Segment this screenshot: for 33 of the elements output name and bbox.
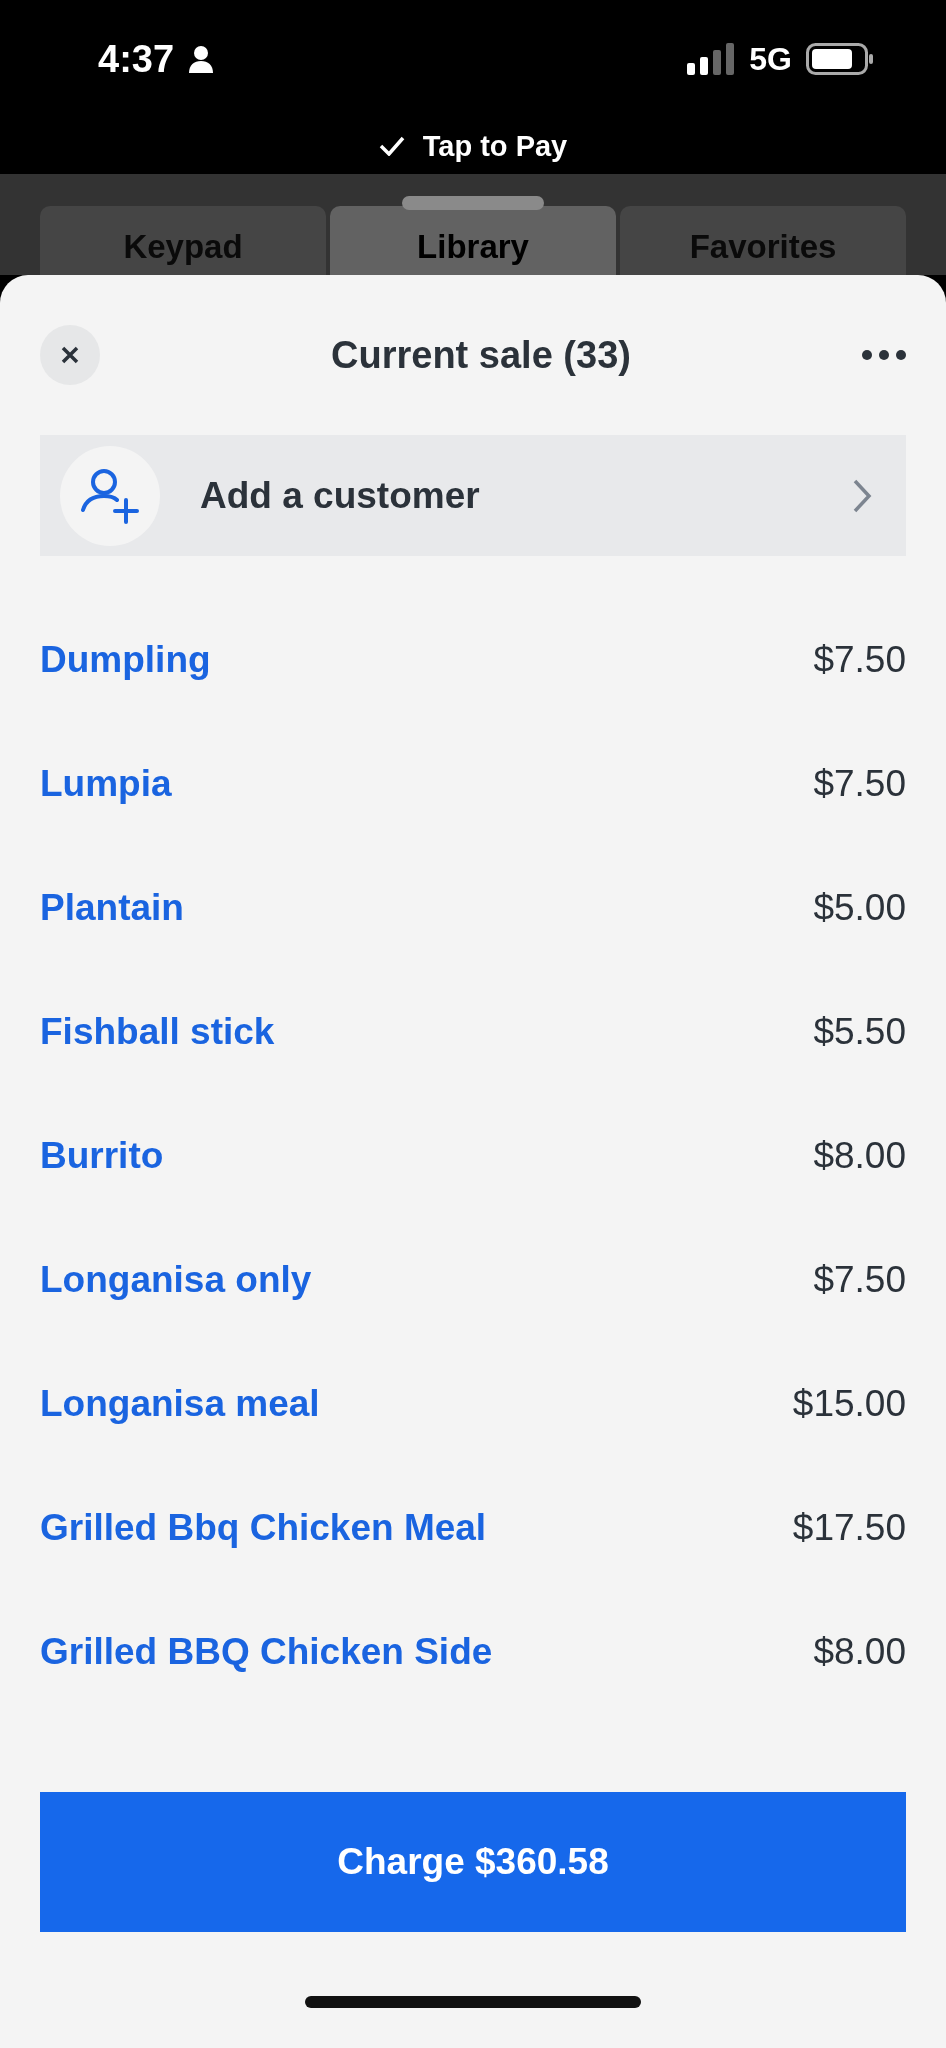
add-customer-row[interactable]: Add a customer (40, 435, 906, 556)
item-name[interactable]: Longanisa only (40, 1259, 312, 1301)
item-price: $17.50 (792, 1507, 906, 1549)
battery-icon (806, 43, 874, 75)
item-price: $5.00 (813, 887, 906, 929)
tap-to-pay-label: Tap to Pay (422, 129, 568, 163)
checkmark-icon (378, 136, 405, 156)
close-icon (60, 345, 80, 365)
item-price: $7.50 (813, 763, 906, 805)
item-name[interactable]: Longanisa meal (40, 1383, 320, 1425)
item-name[interactable]: Plantain (40, 887, 184, 929)
clock-time: 4:37 (98, 37, 175, 81)
item-price: $15.00 (792, 1383, 906, 1425)
charge-button[interactable]: Charge $360.58 (40, 1792, 906, 1932)
item-name[interactable]: Grilled BBQ Chicken Side (40, 1631, 493, 1673)
add-person-icon (80, 467, 140, 524)
tab[interactable]: Library (330, 206, 616, 275)
chevron-right-icon (852, 477, 872, 514)
item-price: $7.50 (813, 1259, 906, 1301)
item-name[interactable]: Burrito (40, 1135, 164, 1177)
network-label: 5G (749, 40, 792, 78)
drag-handle[interactable] (402, 196, 544, 210)
sheet-title: Current sale (33) (331, 333, 631, 377)
item-price: $8.00 (813, 1631, 906, 1673)
signal-icon (687, 43, 736, 75)
item-price: $5.50 (813, 1011, 906, 1053)
item-price: $8.00 (813, 1135, 906, 1177)
person-icon (188, 45, 215, 73)
item-name[interactable]: Fishball stick (40, 1011, 275, 1053)
item-name[interactable]: Lumpia (40, 763, 172, 805)
item-price: $7.50 (813, 639, 906, 681)
item-name[interactable]: Dumpling (40, 639, 211, 681)
item-name[interactable]: Grilled Bbq Chicken Meal (40, 1507, 487, 1549)
